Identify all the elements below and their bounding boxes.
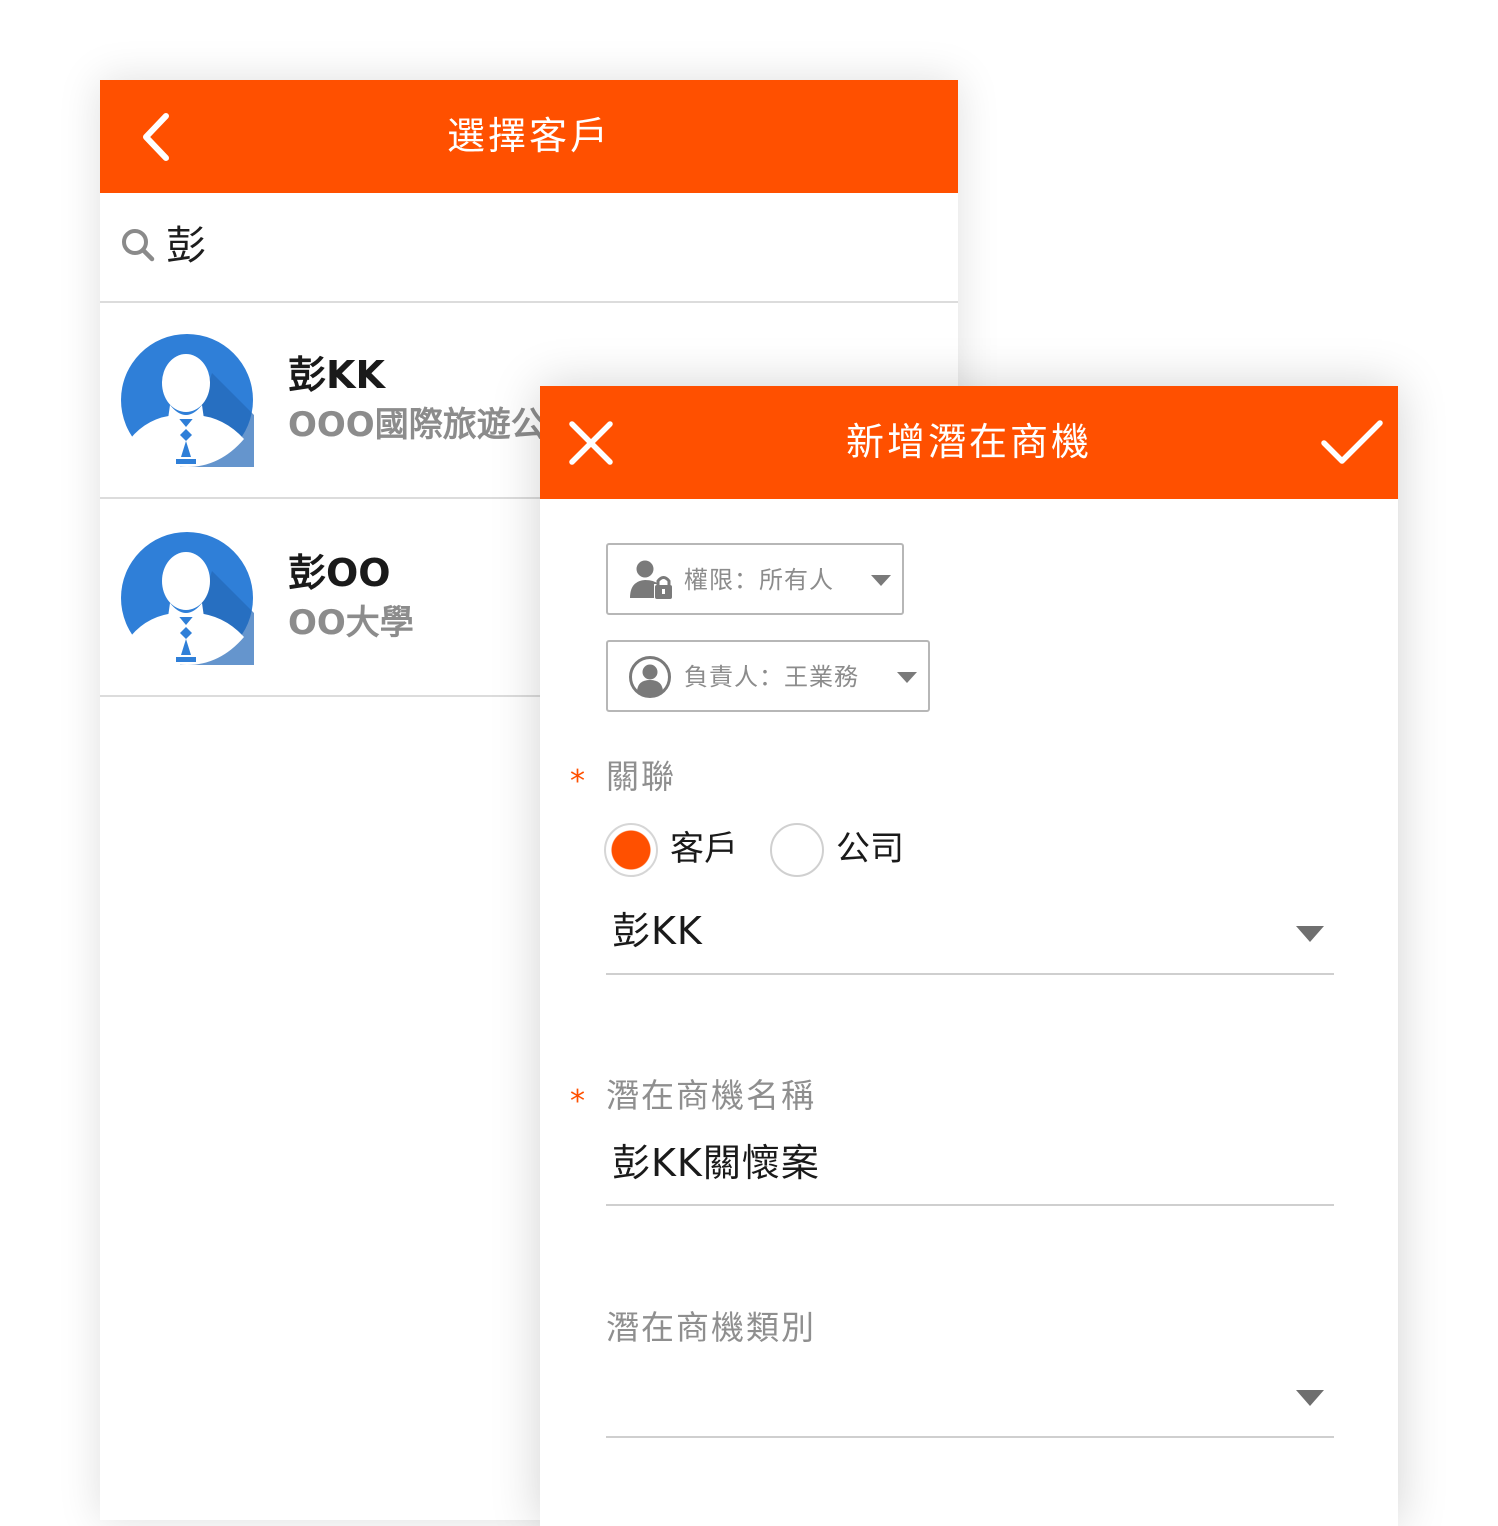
radio-customer[interactable] (604, 823, 658, 877)
permission-dropdown[interactable]: 權限：所有人 (606, 543, 904, 615)
caret-down-icon[interactable] (1296, 1390, 1324, 1406)
customer-name: 彭KK (288, 353, 385, 397)
user-avatar-icon (121, 334, 254, 467)
user-lock-icon (630, 560, 672, 599)
required-marker: * (570, 764, 585, 799)
customer-name: 彭OO (288, 551, 391, 595)
user-circle-icon (629, 656, 671, 698)
opportunity-name-input[interactable]: 彭KK關懷案 (612, 1138, 820, 1188)
owner-dropdown[interactable]: 負責人：王業務 (606, 640, 930, 712)
checkmark-icon (1321, 419, 1383, 464)
field-underline (606, 1204, 1334, 1206)
relation-value-select[interactable]: 彭KK (612, 906, 703, 956)
user-avatar-icon (121, 532, 254, 665)
customer-company: OO大學 (288, 603, 414, 643)
new-opportunity-screen: 新增潛在商機 權限：所有人 負責人：王業務 * 關聯 客戶 公司 彭KK * 潛… (540, 386, 1398, 1526)
permission-text: 權限：所有人 (684, 545, 834, 615)
radio-company-label: 公司 (836, 829, 904, 869)
search-input[interactable]: 彭 (166, 218, 206, 274)
field-underline (606, 1436, 1334, 1438)
customer-company: OOO國際旅遊公 (288, 405, 545, 445)
opportunity-category-label: 潛在商機類別 (606, 1308, 816, 1347)
page-title: 選擇客戶 (446, 114, 611, 158)
caret-down-icon (871, 575, 891, 586)
field-underline (606, 973, 1334, 975)
opportunity-name-label: 潛在商機名稱 (606, 1076, 816, 1115)
owner-label: 負責人： (684, 663, 784, 691)
new-opportunity-app-bar: 新增潛在商機 (540, 386, 1398, 499)
confirm-button[interactable] (1316, 386, 1388, 499)
radio-customer-label: 客戶 (670, 829, 738, 869)
search-bar[interactable]: 彭 (100, 193, 958, 303)
radio-company[interactable] (770, 823, 824, 877)
caret-down-icon[interactable] (1296, 926, 1324, 942)
caret-down-icon (897, 672, 917, 683)
search-icon (122, 229, 155, 262)
owner-value: 王業務 (784, 663, 859, 691)
select-customer-app-bar: 選擇客戶 (100, 80, 958, 193)
permission-label: 權限： (684, 566, 759, 594)
permission-value: 所有人 (759, 566, 834, 594)
relation-label: 關聯 (606, 757, 676, 796)
required-marker: * (570, 1084, 585, 1119)
owner-text: 負責人：王業務 (684, 642, 859, 712)
page-title: 新增潛在商機 (845, 420, 1092, 464)
